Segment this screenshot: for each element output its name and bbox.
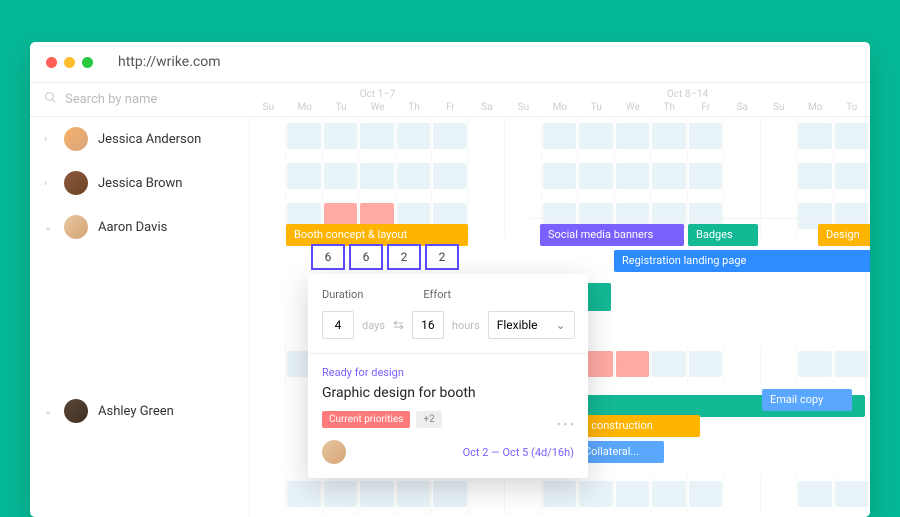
- more-icon[interactable]: •••: [557, 418, 576, 433]
- duration-input[interactable]: [322, 311, 354, 339]
- effort-cell[interactable]: 6: [311, 244, 345, 270]
- duration-label: Duration: [322, 288, 363, 301]
- task-bar-social-media[interactable]: Social media banners: [540, 224, 684, 246]
- task-popup: Duration Effort days ⇆ hours Flexible ⌄ …: [308, 274, 588, 478]
- person-row[interactable]: › Jessica Brown: [30, 161, 249, 205]
- workload-row: [250, 157, 870, 197]
- effort-cell[interactable]: 2: [387, 244, 421, 270]
- workload-row: [250, 117, 870, 157]
- person-row[interactable]: › Jessica Anderson: [30, 117, 249, 161]
- week-header: Oct 8–14 SuMoTuWeThFrSaSuMoTu: [505, 87, 870, 113]
- effort-cell[interactable]: 2: [425, 244, 459, 270]
- search-placeholder: Search by name: [65, 92, 157, 107]
- titlebar: http://wrike.com: [30, 42, 870, 83]
- tag-priority[interactable]: Current priorities: [322, 411, 410, 428]
- task-bar-collateral[interactable]: Collateral...: [576, 441, 664, 463]
- chevron-down-icon: ⌄: [44, 222, 54, 233]
- avatar: [64, 215, 88, 239]
- task-date-range[interactable]: Oct 2 — Oct 5 (4d/16h): [463, 446, 574, 459]
- sidebar: › Jessica Anderson › Jessica Brown ⌄ Aar…: [30, 117, 250, 517]
- effort-label: Effort: [423, 288, 451, 301]
- task-bar-design[interactable]: Design: [818, 224, 870, 246]
- address-bar[interactable]: http://wrike.com: [118, 54, 220, 70]
- chevron-right-icon: ›: [44, 134, 54, 145]
- search-icon: [44, 91, 57, 108]
- effort-unit: hours: [452, 319, 480, 332]
- effort-allocation[interactable]: 6 6 2 2: [311, 244, 459, 270]
- divider-icon: ⇆: [393, 318, 404, 333]
- person-row[interactable]: ⌄ Aaron Davis: [30, 205, 249, 249]
- avatar: [64, 127, 88, 151]
- chevron-down-icon: ⌄: [44, 406, 54, 417]
- minimize-icon[interactable]: [64, 57, 75, 68]
- toolbar: Search by name Oct 1–7 SuMoTuWeThFrSa Oc…: [30, 83, 870, 117]
- week-header: Oct 1–7 SuMoTuWeThFrSa: [250, 87, 505, 113]
- task-bar-badges[interactable]: Badges: [688, 224, 758, 246]
- avatar[interactable]: [322, 440, 346, 464]
- person-name: Ashley Green: [98, 404, 174, 419]
- person-name: Aaron Davis: [98, 220, 167, 235]
- effort-mode-select[interactable]: Flexible ⌄: [488, 311, 575, 339]
- task-bar-booth-concept[interactable]: Booth concept & layout: [286, 224, 468, 246]
- close-icon[interactable]: [46, 57, 57, 68]
- person-name: Jessica Anderson: [98, 132, 201, 147]
- chevron-right-icon: ›: [44, 178, 54, 189]
- task-bar-email-copy[interactable]: Email copy: [762, 389, 852, 411]
- tag-more[interactable]: +2: [416, 411, 441, 428]
- workload-row: [250, 475, 870, 515]
- person-row[interactable]: ⌄ Ashley Green: [30, 389, 249, 433]
- effort-cell[interactable]: 6: [349, 244, 383, 270]
- maximize-icon[interactable]: [82, 57, 93, 68]
- effort-input[interactable]: [412, 311, 444, 339]
- avatar: [64, 399, 88, 423]
- task-bar-registration[interactable]: Registration landing page: [614, 250, 870, 272]
- search-input[interactable]: Search by name: [30, 91, 250, 108]
- person-name: Jessica Brown: [98, 176, 183, 191]
- avatar: [64, 171, 88, 195]
- duration-unit: days: [362, 319, 385, 332]
- task-title[interactable]: Graphic design for booth: [322, 385, 574, 401]
- task-status[interactable]: Ready for design: [322, 366, 574, 379]
- chevron-down-icon: ⌄: [556, 318, 566, 332]
